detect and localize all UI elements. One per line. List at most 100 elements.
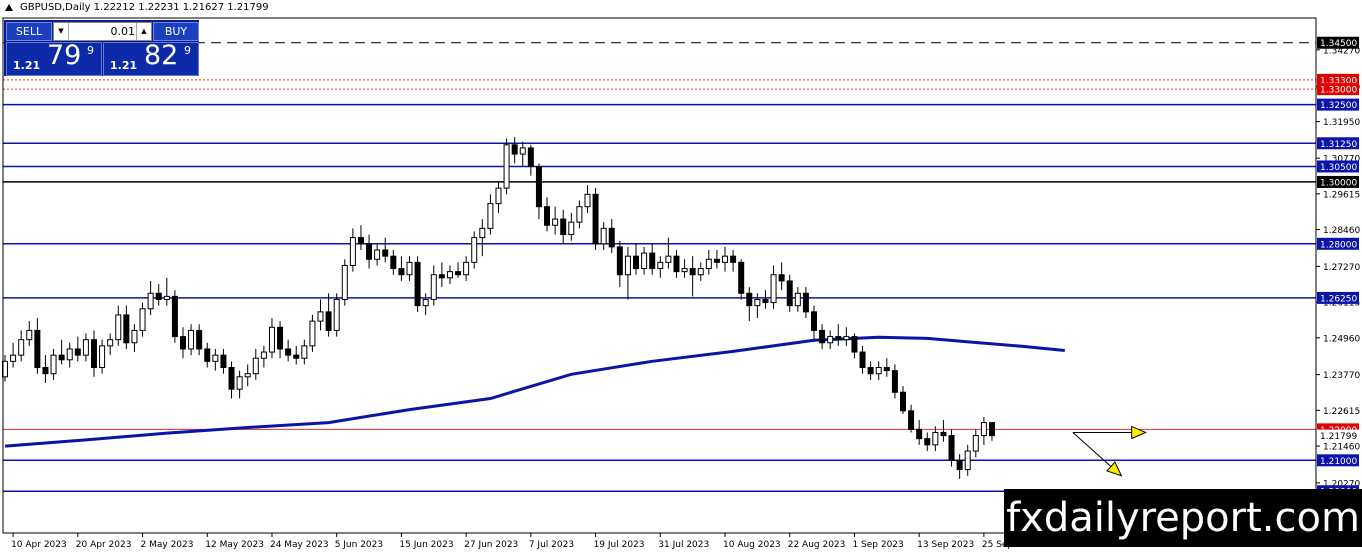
- candle-body: [867, 367, 874, 375]
- sell-button[interactable]: SELL: [6, 22, 52, 41]
- lot-size-value[interactable]: 0.01: [70, 23, 136, 40]
- candle-body: [188, 329, 195, 350]
- x-tick-label: 10 Aug 2023: [723, 540, 781, 550]
- candle-body: [899, 391, 906, 412]
- buy-button[interactable]: BUY: [153, 22, 199, 41]
- candle-body: [42, 367, 49, 375]
- plot-frame: [2, 17, 1317, 534]
- chart-triangle-icon: [5, 4, 13, 11]
- x-tick-label: 7 Jul 2023: [529, 540, 574, 550]
- candle-body: [293, 354, 300, 359]
- sell-price-prefix: 1.21: [13, 59, 41, 72]
- y-tick-label: 1.23770: [1323, 371, 1360, 381]
- level-label: 1.34500: [1320, 39, 1357, 49]
- x-tick-label: 1 Sep 2023: [852, 540, 903, 550]
- level-label: 1.21000: [1320, 457, 1357, 467]
- candle-body: [859, 351, 866, 369]
- candle-body: [212, 354, 219, 362]
- candle-body: [495, 187, 502, 205]
- candle-body: [980, 422, 987, 437]
- candle-body: [641, 252, 648, 270]
- x-tick-label: 24 May 2023: [270, 540, 329, 550]
- candle-body: [349, 237, 356, 266]
- candle-body: [455, 271, 462, 276]
- x-tick-label: 5 Jun 2023: [335, 540, 383, 550]
- candle-body: [544, 206, 551, 226]
- candle-body: [471, 237, 478, 263]
- lot-size-field[interactable]: ▼ 0.01 ▲: [53, 22, 152, 41]
- buy-price-box[interactable]: 1.21 82 9: [103, 40, 199, 76]
- buy-price-big: 82: [144, 40, 179, 71]
- candle-body: [681, 268, 688, 273]
- arrow-head: [1131, 425, 1147, 440]
- candle-body: [50, 354, 57, 375]
- candle-body: [786, 280, 793, 307]
- candle-body: [479, 227, 486, 239]
- candle-body: [875, 367, 882, 375]
- candle-body: [811, 311, 817, 331]
- candle-body: [956, 459, 963, 471]
- candle-body: [891, 370, 898, 393]
- level-label: 1.31250: [1320, 140, 1357, 150]
- candles-group: [2, 137, 995, 479]
- lot-increase-button[interactable]: ▲: [136, 23, 151, 40]
- candle-body: [527, 147, 534, 167]
- y-tick-label: 1.31950: [1323, 118, 1360, 128]
- candle-body: [819, 329, 826, 344]
- candle-body: [131, 329, 138, 344]
- candle-body: [446, 271, 453, 279]
- candle-body: [123, 314, 130, 344]
- price-axis: 1.342701.330801.319501.307701.296151.284…: [2, 17, 1360, 534]
- candle-body: [228, 367, 235, 390]
- x-tick-label: 2 May 2023: [141, 540, 194, 550]
- arrow-shaft: [1072, 432, 1112, 467]
- candle-body: [438, 274, 445, 279]
- sell-price-box[interactable]: 1.21 79 9: [6, 40, 102, 76]
- arrows-group: [1072, 425, 1147, 477]
- candle-body: [665, 255, 672, 263]
- candle-body: [260, 351, 267, 359]
- candle-body: [762, 298, 769, 304]
- candle-body: [592, 193, 599, 245]
- candle-body: [964, 450, 971, 471]
- candle-body: [398, 268, 405, 276]
- candle-body: [463, 261, 470, 276]
- y-tick-label: 1.27270: [1323, 263, 1360, 273]
- candle-body: [972, 435, 979, 452]
- candle-body: [325, 311, 332, 331]
- y-tick-label: 1.21460: [1323, 443, 1360, 453]
- candle-body: [738, 261, 745, 294]
- lot-decrease-button[interactable]: ▼: [54, 23, 69, 40]
- candle-body: [940, 431, 947, 437]
- triangle-up-icon: ▲: [141, 27, 147, 35]
- candle-body: [908, 410, 915, 430]
- candle-body: [794, 292, 801, 307]
- watermark: fxdailyreport.com: [1004, 489, 1362, 547]
- x-tick-label: 19 Jul 2023: [594, 540, 645, 550]
- sell-price-big: 79: [47, 40, 82, 71]
- candle-body: [414, 261, 421, 307]
- y-tick-label: 1.22615: [1323, 407, 1360, 417]
- candle-body: [90, 339, 97, 369]
- price-chart: 1.342701.330801.319501.307701.296151.284…: [2, 17, 1360, 550]
- candle-body: [770, 274, 777, 304]
- candle-body: [268, 326, 275, 353]
- candle-body: [746, 292, 753, 307]
- candle-body: [66, 348, 73, 361]
- level-label: 1.32500: [1320, 101, 1357, 111]
- candle-body: [196, 329, 203, 350]
- candle-body: [576, 206, 583, 223]
- buy-price-sup: 9: [184, 44, 191, 57]
- candle-body: [309, 320, 316, 347]
- x-tick-label: 12 May 2023: [205, 540, 264, 550]
- candle-body: [357, 237, 364, 245]
- x-tick-label: 10 Apr 2023: [11, 540, 67, 550]
- candle-body: [115, 314, 122, 341]
- current-price-label: 1.21799: [1320, 432, 1357, 442]
- candle-body: [608, 227, 615, 248]
- level-label: 1.26250: [1320, 294, 1357, 304]
- candle-body: [301, 345, 308, 359]
- candle-body: [778, 274, 785, 282]
- candle-body: [277, 326, 284, 350]
- candle-body: [883, 367, 890, 372]
